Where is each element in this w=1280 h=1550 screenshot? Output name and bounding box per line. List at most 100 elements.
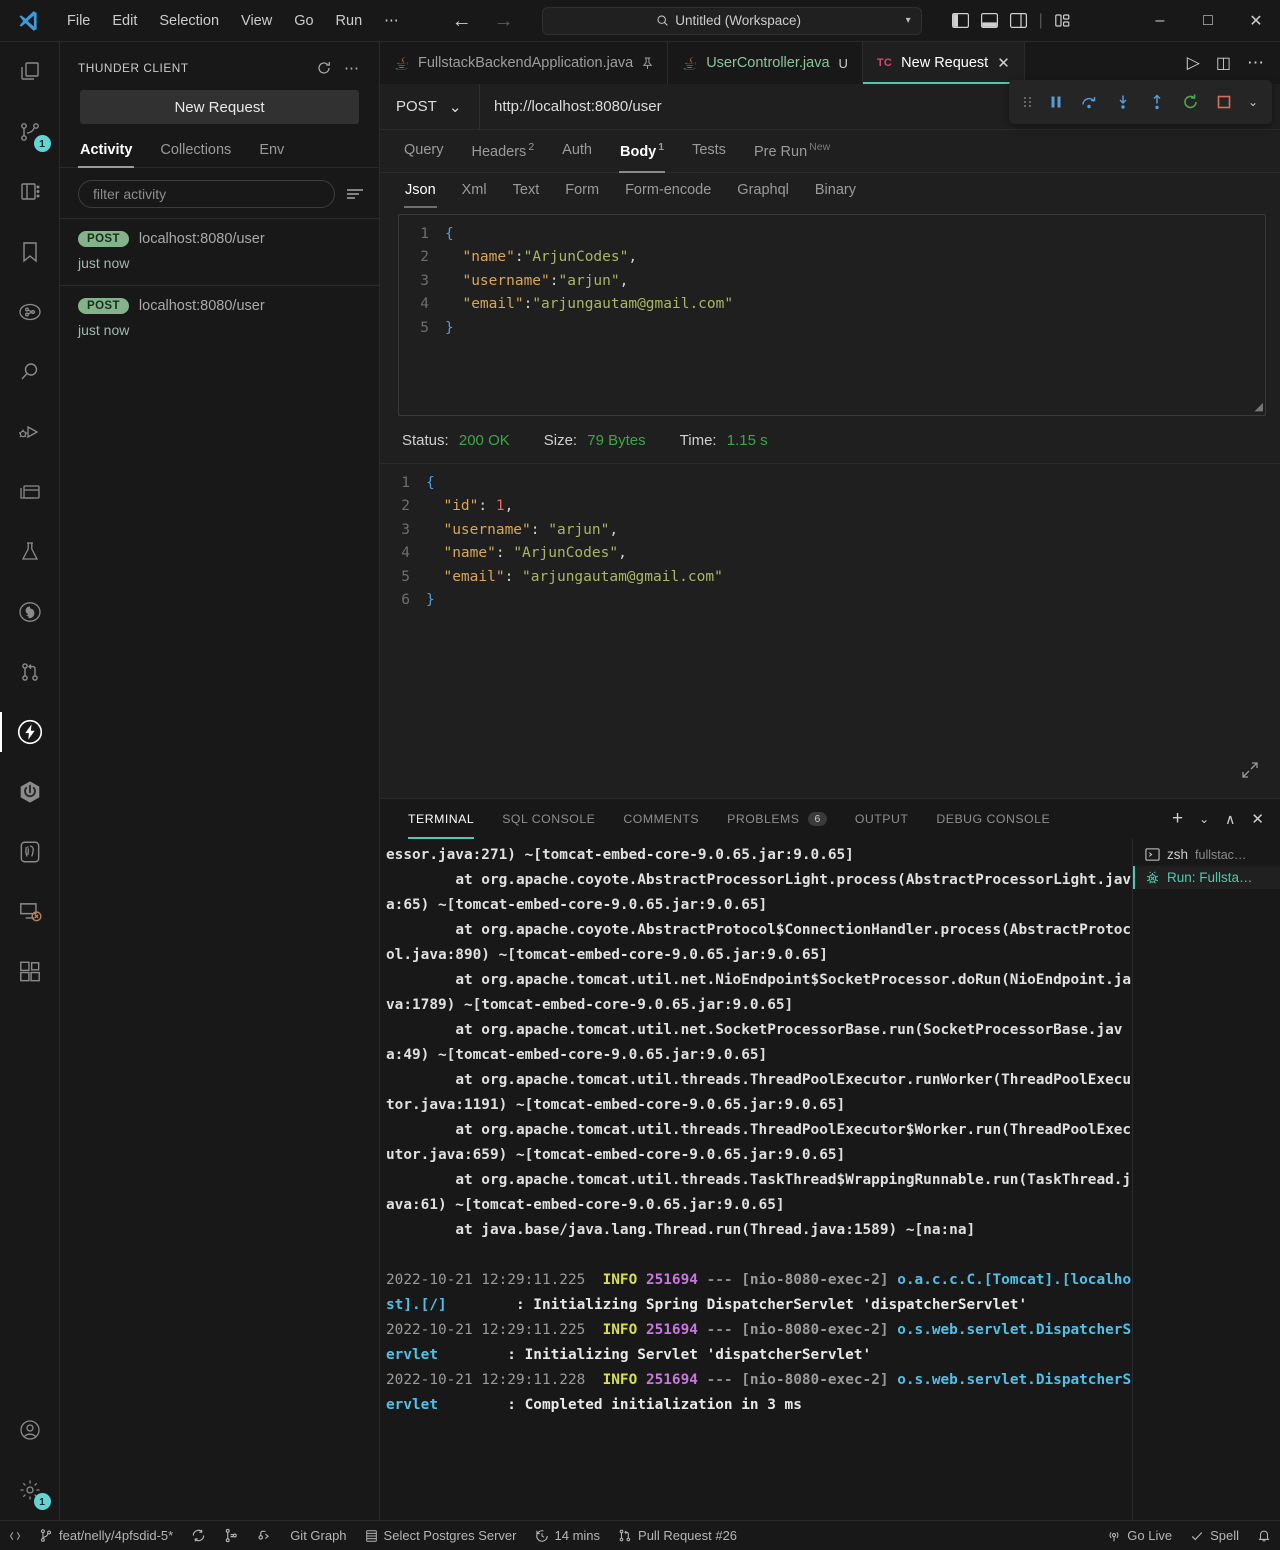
restart-button[interactable] <box>1182 93 1200 111</box>
body-type-xml[interactable]: Xml <box>449 173 500 208</box>
status-select-postgres-server[interactable]: Select Postgres Server <box>356 1521 526 1550</box>
refresh-icon[interactable] <box>310 60 338 76</box>
request-tab-headers[interactable]: Headers 2 <box>458 130 549 172</box>
toggle-primary-sidebar-icon[interactable] <box>951 13 969 28</box>
menu-selection[interactable]: Selection <box>148 9 230 33</box>
close-button[interactable]: ✕ <box>1232 0 1280 42</box>
activity-window-layout-icon[interactable] <box>0 462 60 522</box>
status-git-graph[interactable]: Git Graph <box>281 1521 355 1550</box>
menu-edit[interactable]: Edit <box>101 9 148 33</box>
activity-account-icon[interactable] <box>0 1400 60 1460</box>
more-debug-button[interactable]: ⌄ <box>1248 95 1258 109</box>
activity-search-icon[interactable] <box>0 342 60 402</box>
new-request-button[interactable]: New Request <box>80 90 359 124</box>
split-editor-button[interactable]: ◫ <box>1216 53 1231 73</box>
request-body-editor[interactable]: 1{2 "name":"ArjunCodes", 3 "username":"ar… <box>398 213 1266 416</box>
menu-run[interactable]: Run <box>325 9 374 33</box>
panel-tab-problems[interactable]: PROBLEMS 6 <box>713 799 841 839</box>
menu-overflow[interactable]: ⋯ <box>373 9 410 33</box>
status-git-compare[interactable] <box>215 1521 248 1550</box>
more-actions-button[interactable]: ⋯ <box>1247 53 1264 73</box>
status-pull-request[interactable]: Pull Request #26 <box>609 1521 746 1550</box>
stop-button[interactable] <box>1216 94 1232 110</box>
body-type-text[interactable]: Text <box>500 173 553 208</box>
body-type-json[interactable]: Json <box>392 173 449 208</box>
editor-tab-fullstackbackendapplication[interactable]: FullstackBackendApplication.java <box>380 42 669 84</box>
activity-run-debug-icon[interactable] <box>0 402 60 462</box>
activity-remote-explorer-icon[interactable] <box>0 882 60 942</box>
terminal-output[interactable]: essor.java:271) ~[tomcat-embed-core-9.0.… <box>380 839 1132 1520</box>
request-tab-query[interactable]: Query <box>390 131 458 170</box>
step-over-button[interactable] <box>1080 93 1098 111</box>
request-tab-body[interactable]: Body 1 <box>606 130 678 173</box>
activity-thunder-client-icon[interactable] <box>0 702 60 762</box>
terminal-list-item-run-fullstack[interactable]: Run: Fullsta… <box>1133 866 1280 889</box>
menu-file[interactable]: File <box>56 9 101 33</box>
activity-bookmark-icon[interactable] <box>0 222 60 282</box>
activity-explorer-icon[interactable] <box>0 42 60 102</box>
activity-postgres-elephant-icon[interactable] <box>0 822 60 882</box>
activity-settings-gear-icon[interactable]: 1 <box>0 1460 60 1520</box>
status-git-branch[interactable]: feat/nelly/4pfsdid-5* <box>30 1521 182 1550</box>
arrow-right-icon[interactable]: → <box>494 11 514 31</box>
status-remote-indicator[interactable] <box>0 1521 30 1550</box>
request-tab-tests[interactable]: Tests <box>678 131 740 170</box>
drag-grip-icon[interactable] <box>1023 94 1032 110</box>
chevron-down-icon[interactable]: ▾ <box>906 15 911 26</box>
panel-tab-comments[interactable]: COMMENTS <box>609 799 713 839</box>
sidebar-tab-collections[interactable]: Collections <box>146 134 245 167</box>
request-tab-pre-run[interactable]: Pre Run New <box>740 130 844 172</box>
request-body-code[interactable]: 1{2 "name":"ArjunCodes", 3 "username":"ar… <box>399 215 1265 341</box>
editor-tab-usercontroller[interactable]: UserController.java U <box>668 42 863 84</box>
sidebar-tab-env[interactable]: Env <box>245 134 298 167</box>
maximize-button[interactable]: □ <box>1184 0 1232 42</box>
status-spell-checker[interactable]: Spell <box>1181 1521 1248 1550</box>
activity-project-graph-icon[interactable] <box>0 282 60 342</box>
panel-tab-debug-console[interactable]: DEBUG CONSOLE <box>922 799 1064 839</box>
activity-source-control-icon[interactable]: 1 <box>0 102 60 162</box>
activity-beaker-icon[interactable] <box>0 522 60 582</box>
toggle-panel-icon[interactable] <box>980 13 998 28</box>
editor-tab-new-request[interactable]: TC New Request ✕ <box>862 42 1025 84</box>
activity-spring-boot-icon[interactable] <box>0 762 60 822</box>
status-go-live[interactable]: Go Live <box>1098 1521 1181 1550</box>
pause-button[interactable] <box>1048 94 1064 110</box>
body-type-binary[interactable]: Binary <box>802 173 869 208</box>
pin-icon[interactable] <box>642 56 653 70</box>
maximize-panel-button[interactable]: ∧ <box>1225 811 1235 828</box>
status-sync-changes[interactable] <box>182 1521 215 1550</box>
toggle-secondary-sidebar-icon[interactable] <box>1009 13 1027 28</box>
activity-list-item[interactable]: POST localhost:8080/user just now <box>60 218 379 285</box>
activity-notebook-icon[interactable] <box>0 162 60 222</box>
filter-activity-input[interactable] <box>78 180 335 208</box>
unsaved-indicator[interactable]: U <box>839 56 848 71</box>
activity-list-item[interactable]: POST localhost:8080/user just now <box>60 285 379 352</box>
step-out-button[interactable] <box>1148 93 1166 111</box>
more-actions-icon[interactable]: ⋯ <box>338 59 365 77</box>
expand-icon[interactable] <box>1240 760 1260 780</box>
arrow-left-icon[interactable]: ← <box>452 11 472 31</box>
terminal-dropdown-button[interactable]: ⌄ <box>1199 812 1209 826</box>
sort-icon[interactable] <box>345 187 365 201</box>
new-terminal-button[interactable]: + <box>1172 808 1183 830</box>
terminal-list-item-zsh[interactable]: zsh fullstac… <box>1133 843 1280 866</box>
status-wakatime[interactable]: 14 mins <box>526 1521 610 1550</box>
close-panel-button[interactable]: ✕ <box>1251 810 1264 828</box>
activity-github-icon[interactable] <box>0 582 60 642</box>
panel-tab-sql-console[interactable]: SQL CONSOLE <box>488 799 609 839</box>
run-button[interactable]: ▷ <box>1187 53 1200 73</box>
resize-handle-icon[interactable]: ◢ <box>1255 400 1263 413</box>
status-git-publish[interactable] <box>248 1521 281 1550</box>
panel-tab-output[interactable]: OUTPUT <box>841 799 923 839</box>
command-center[interactable]: Untitled (Workspace) ▾ <box>541 6 922 35</box>
panel-tab-terminal[interactable]: TERMINAL <box>394 799 488 839</box>
step-into-button[interactable] <box>1114 93 1132 111</box>
minimize-button[interactable]: – <box>1136 0 1184 42</box>
activity-pull-request-icon[interactable] <box>0 642 60 702</box>
method-select[interactable]: POST ⌄ <box>380 84 480 129</box>
body-type-form-encode[interactable]: Form-encode <box>612 173 724 208</box>
menu-view[interactable]: View <box>230 9 283 33</box>
activity-extensions-icon[interactable] <box>0 942 60 1002</box>
status-notifications[interactable] <box>1248 1521 1280 1550</box>
close-icon[interactable]: ✕ <box>997 54 1010 72</box>
